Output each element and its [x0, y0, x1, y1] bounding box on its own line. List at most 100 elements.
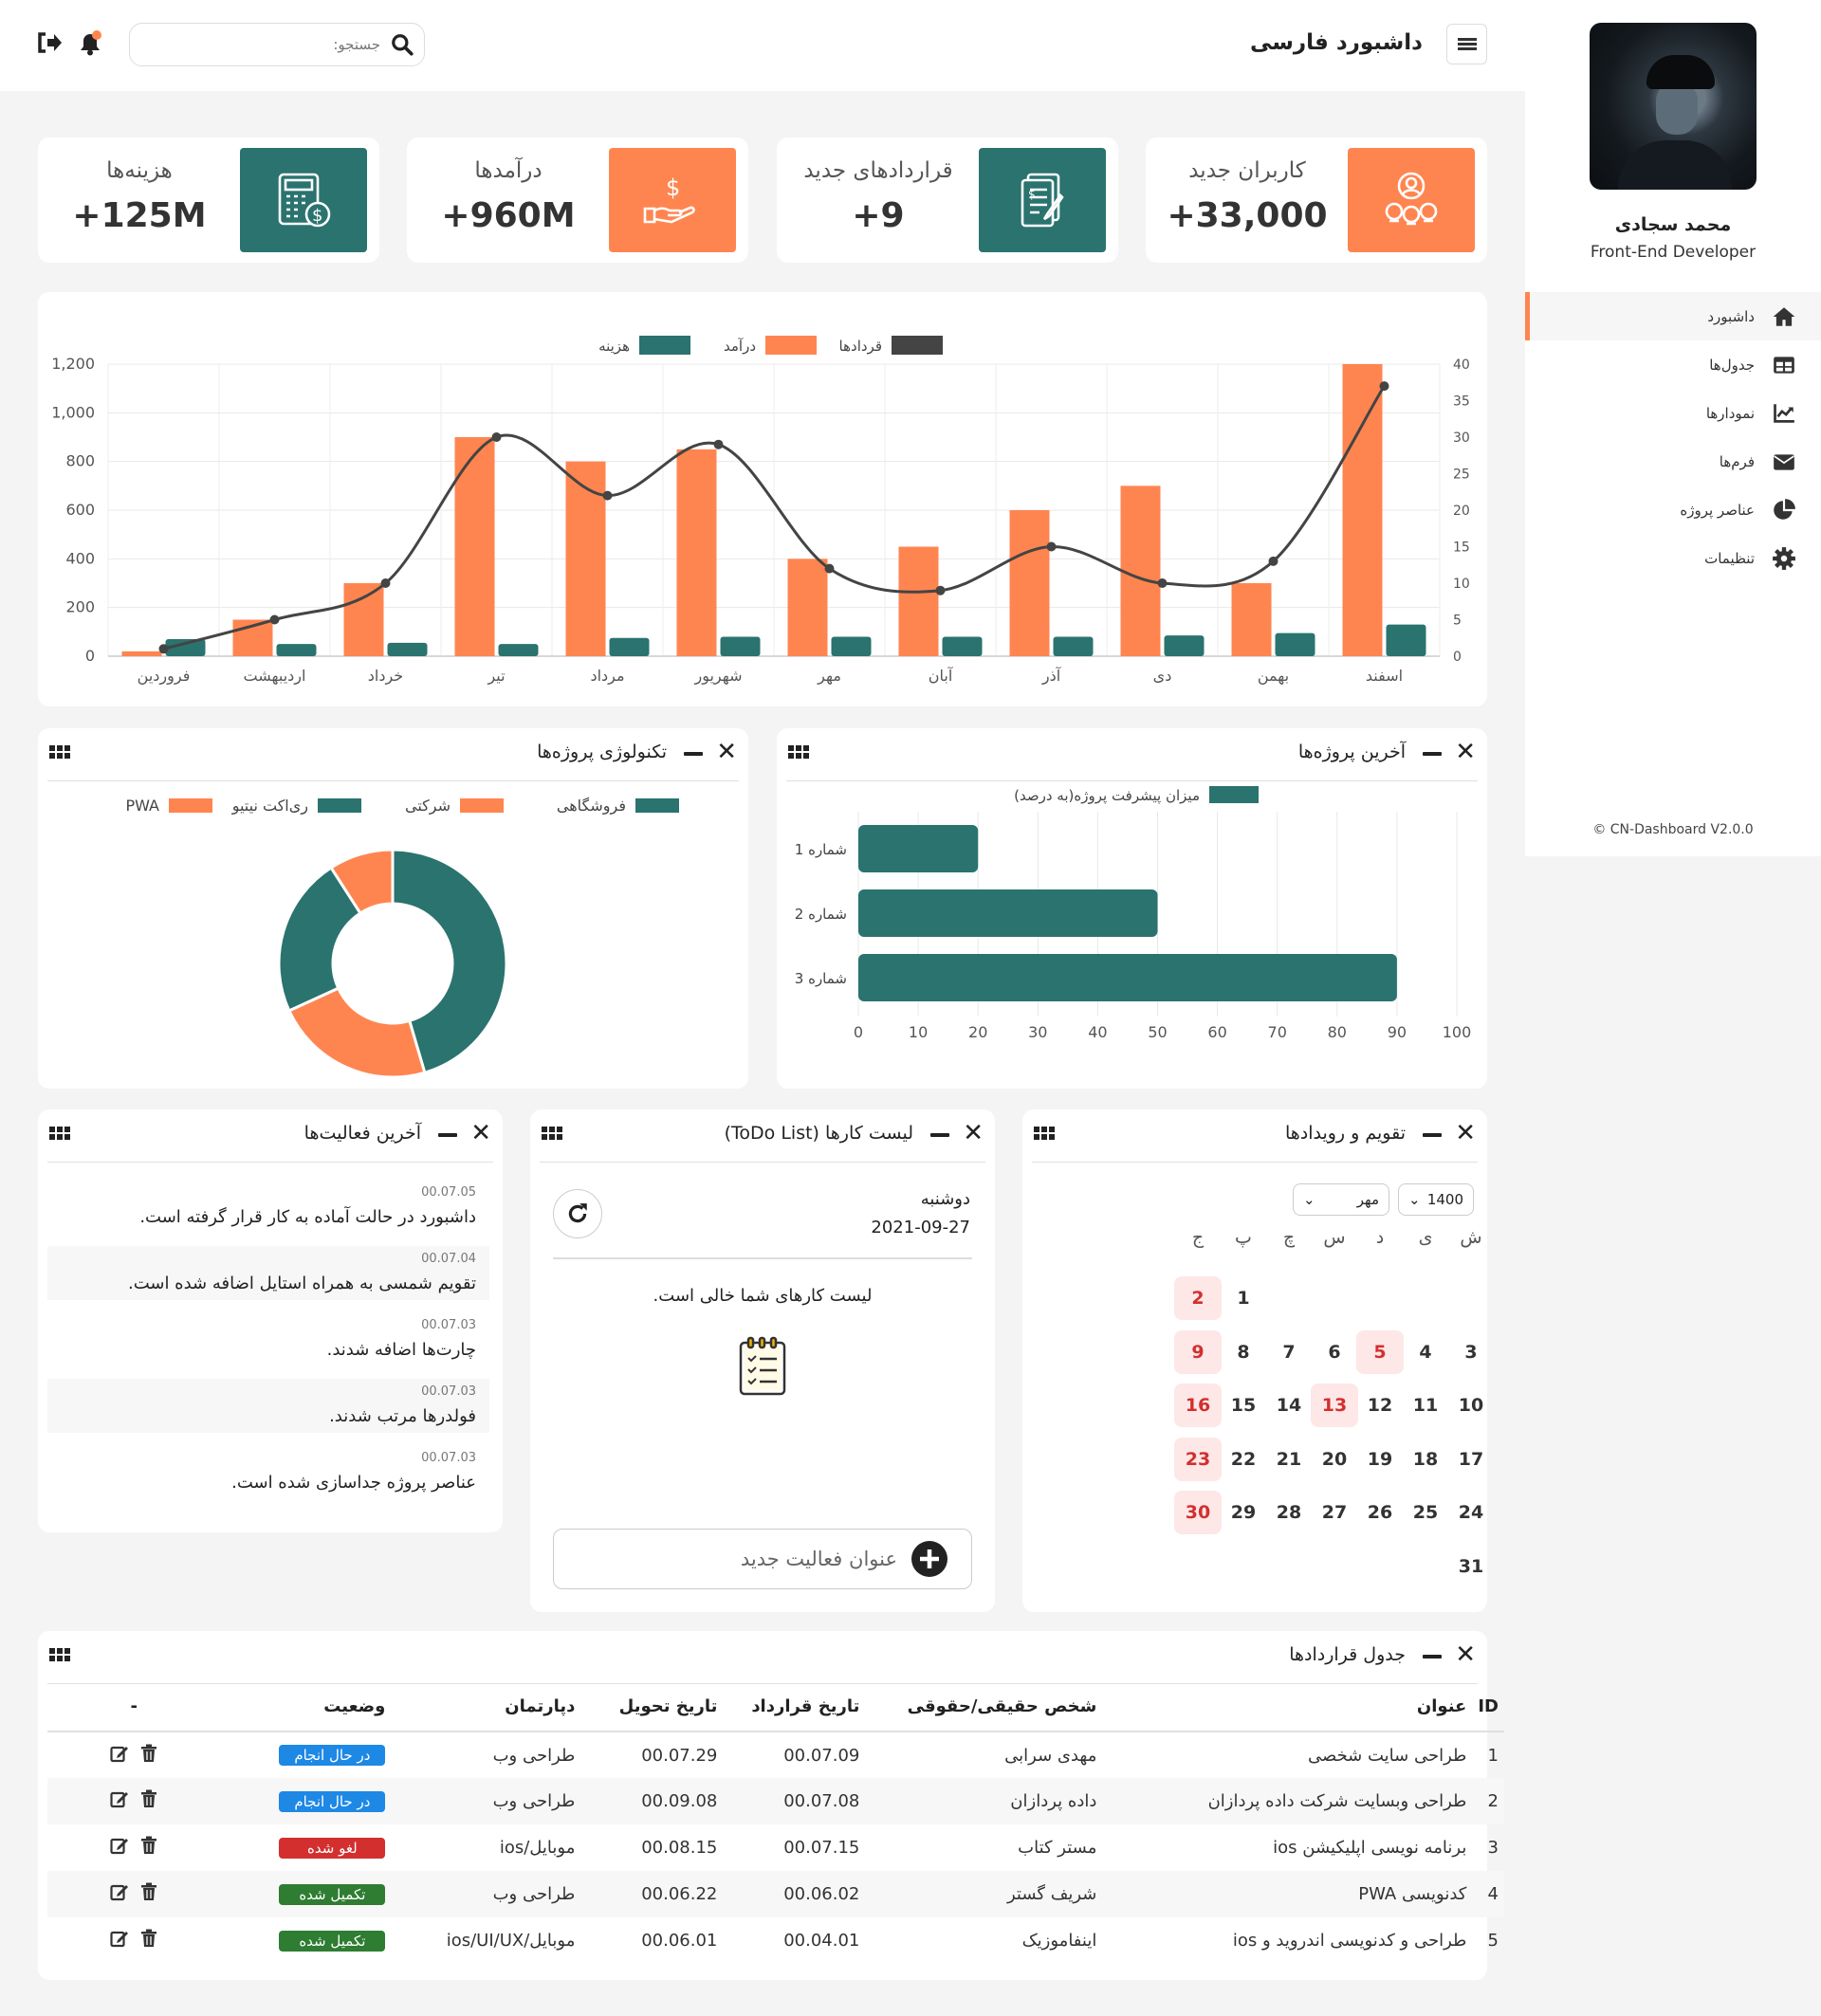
activity-text: چارت‌ها اضافه شدند.	[326, 1340, 476, 1360]
calendar-day[interactable]: 4	[1402, 1330, 1449, 1374]
trash-icon[interactable]	[140, 1744, 157, 1763]
calendar-day[interactable]: 10	[1447, 1384, 1495, 1427]
calendar-day[interactable]: 9	[1174, 1329, 1222, 1374]
stat-value: +9	[852, 196, 905, 235]
calendar-day[interactable]: 11	[1402, 1384, 1449, 1427]
edit-icon[interactable]	[110, 1929, 129, 1948]
calendar-day[interactable]: 29	[1220, 1491, 1267, 1534]
calendar-day[interactable]: 31	[1447, 1545, 1495, 1588]
panel-header: آخرین پروژه‌ها ✕	[786, 728, 1478, 781]
calendar-day[interactable]: 26	[1356, 1491, 1404, 1534]
search-icon[interactable]	[390, 32, 414, 57]
new-activity-field[interactable]: عنوان فعالیت جدید	[553, 1529, 972, 1589]
drag-handle-icon[interactable]	[49, 745, 70, 761]
close-icon[interactable]: ✕	[1455, 1121, 1476, 1145]
sidebar-item-tables[interactable]: جدول‌ها	[1525, 340, 1821, 389]
calendar-day[interactable]: 28	[1265, 1491, 1313, 1534]
weekday-label: چ	[1282, 1227, 1296, 1248]
table-cell-ddate: 00.09.08	[580, 1778, 724, 1824]
minimize-icon[interactable]	[1423, 1133, 1442, 1137]
calendar-day[interactable]: 23	[1174, 1437, 1222, 1481]
drag-handle-icon[interactable]	[49, 1648, 70, 1663]
activity-date: 00.07.04	[421, 1252, 476, 1266]
minimize-icon[interactable]	[1423, 752, 1442, 756]
avatar[interactable]	[1590, 23, 1757, 190]
sidebar-menu: داشبورد جدول‌ها نمودارها فرم‌ها عناصر پر…	[1525, 292, 1821, 582]
month-select[interactable]: ⌄ مهر	[1293, 1183, 1389, 1216]
calendar-day[interactable]: 1	[1220, 1276, 1267, 1320]
calendar-day[interactable]: 13	[1311, 1384, 1358, 1427]
drag-handle-icon[interactable]	[49, 1127, 70, 1142]
table-cell-status: تکمیل شده	[220, 1917, 391, 1964]
calendar-day[interactable]: 3	[1447, 1330, 1495, 1374]
sidebar-item-forms[interactable]: فرم‌ها	[1525, 437, 1821, 486]
calendar-day[interactable]: 24	[1447, 1491, 1495, 1534]
calendar-day[interactable]: 21	[1265, 1438, 1313, 1481]
close-icon[interactable]: ✕	[470, 1121, 491, 1145]
minimize-icon[interactable]	[1423, 1655, 1442, 1659]
menu-toggle-button[interactable]	[1446, 24, 1487, 64]
edit-icon[interactable]	[110, 1836, 129, 1855]
calendar-day[interactable]: 6	[1311, 1330, 1358, 1374]
x-tick-label: فروردین	[138, 667, 191, 686]
calendar-day[interactable]: 17	[1447, 1438, 1495, 1481]
calendar-day[interactable]: 7	[1265, 1330, 1313, 1374]
y2-tick-label: 5	[1453, 614, 1462, 629]
drag-handle-icon[interactable]	[788, 745, 809, 761]
trash-icon[interactable]	[140, 1836, 157, 1855]
table-cell-person: اینفاموزیک	[1021, 1931, 1097, 1951]
sidebar-item-charts[interactable]: نمودارها	[1525, 389, 1821, 437]
close-icon[interactable]: ✕	[963, 1121, 984, 1145]
close-icon[interactable]: ✕	[716, 740, 737, 764]
logout-icon[interactable]	[36, 31, 63, 54]
y2-tick-label: 35	[1453, 394, 1470, 410]
calendar-day[interactable]: 5	[1356, 1329, 1404, 1374]
refresh-button[interactable]	[553, 1189, 602, 1238]
calendar-day[interactable]: 18	[1402, 1438, 1449, 1481]
sidebar-item-dashboard[interactable]: داشبورد	[1525, 292, 1821, 340]
trash-icon[interactable]	[140, 1789, 157, 1808]
search-input[interactable]	[153, 36, 380, 53]
sidebar-item-settings[interactable]: تنظیمات	[1525, 534, 1821, 582]
x-tick-label: 30	[1028, 1023, 1047, 1041]
calendar-day[interactable]: 15	[1220, 1384, 1267, 1427]
drag-handle-icon[interactable]	[542, 1127, 562, 1142]
close-icon[interactable]: ✕	[1455, 1642, 1476, 1667]
calendar-day[interactable]: 14	[1265, 1384, 1313, 1427]
minimize-icon[interactable]	[684, 752, 703, 756]
minimize-icon[interactable]	[438, 1133, 457, 1137]
table-cell-person: شریف گستر	[865, 1871, 1103, 1917]
sidebar-item-project-elements[interactable]: عناصر پروژه	[1525, 486, 1821, 534]
y-tick-label: شماره 3	[795, 970, 847, 987]
trash-icon[interactable]	[140, 1929, 157, 1948]
bell-icon[interactable]	[78, 30, 102, 57]
calendar-day[interactable]: 20	[1311, 1438, 1358, 1481]
calendar-day[interactable]: 2	[1174, 1276, 1222, 1320]
calendar-day[interactable]: 25	[1402, 1491, 1449, 1534]
calendar-day[interactable]: 8	[1220, 1330, 1267, 1374]
year-select[interactable]: ⌄ 1400	[1398, 1183, 1474, 1216]
minimize-icon[interactable]	[930, 1133, 949, 1137]
revenue-bar	[454, 437, 495, 656]
edit-icon[interactable]	[110, 1882, 129, 1901]
calendar-day[interactable]: 27	[1311, 1491, 1358, 1534]
edit-icon[interactable]	[110, 1744, 129, 1763]
drag-handle-icon[interactable]	[1034, 1127, 1055, 1142]
add-circle-icon[interactable]	[910, 1540, 948, 1578]
table-row: 3 برنامه نویسی اپلیکیشن ios مستر کتاب 00.07…	[47, 1824, 1504, 1871]
calendar-day[interactable]: 19	[1356, 1438, 1404, 1481]
panel-header: تکنولوژی پروژه‌ها ✕	[47, 728, 739, 781]
edit-icon[interactable]	[110, 1789, 129, 1808]
trash-icon[interactable]	[140, 1882, 157, 1901]
calendar-day[interactable]: 22	[1220, 1438, 1267, 1481]
y2-tick-label: 15	[1453, 541, 1470, 556]
panel-title: جدول قراردادها	[1289, 1644, 1406, 1665]
table-cell-id: 5	[1487, 1931, 1499, 1951]
calendar-day[interactable]: 30	[1174, 1491, 1222, 1534]
calendar-day[interactable]: 16	[1174, 1384, 1222, 1427]
table-row: 5 طراحی و کدنویسی اندروید و ios اینفاموزیک…	[47, 1917, 1504, 1964]
table-cell-ddate: 00.06.22	[580, 1871, 724, 1917]
legend-swatch	[318, 798, 361, 813]
calendar-day[interactable]: 12	[1356, 1384, 1404, 1427]
close-icon[interactable]: ✕	[1455, 740, 1476, 764]
